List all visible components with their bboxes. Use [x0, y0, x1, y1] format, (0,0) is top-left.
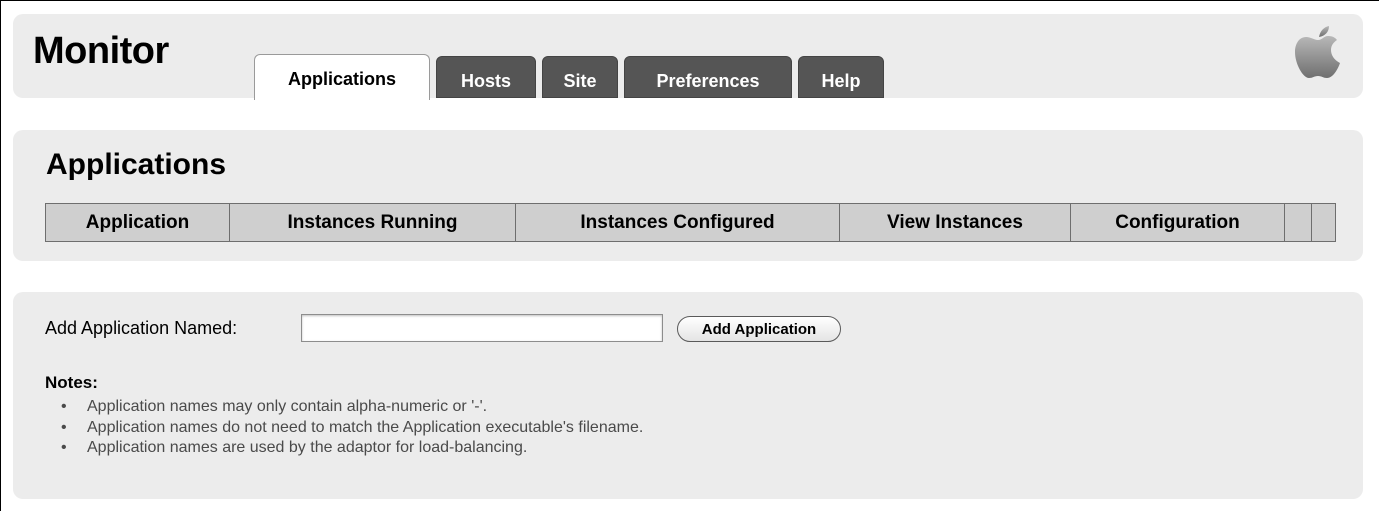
column-configuration[interactable]: Configuration [1070, 203, 1285, 242]
column-extra-1 [1284, 203, 1312, 242]
applications-heading: Applications [46, 148, 227, 181]
column-extra-2 [1311, 203, 1336, 242]
add-application-button[interactable]: Add Application [677, 316, 841, 342]
tab-hosts[interactable]: Hosts [436, 56, 536, 98]
note-item: Application names are used by the adapto… [61, 438, 643, 459]
notes-list: Application names may only contain alpha… [45, 397, 643, 459]
add-application-label: Add Application Named: [45, 318, 238, 338]
table-header-row: Application Instances Running Instances … [45, 203, 1336, 242]
note-item: Application names may only contain alpha… [61, 397, 643, 418]
apple-logo-icon [1295, 26, 1340, 78]
tab-help[interactable]: Help [798, 56, 884, 98]
applications-table: Application Instances Running Instances … [45, 203, 1336, 242]
column-instances-configured[interactable]: Instances Configured [515, 203, 840, 242]
tab-preferences[interactable]: Preferences [624, 56, 792, 98]
column-application[interactable]: Application [45, 203, 230, 242]
column-view-instances[interactable]: View Instances [839, 203, 1071, 242]
tab-site[interactable]: Site [542, 56, 618, 98]
column-instances-running[interactable]: Instances Running [229, 203, 516, 242]
tab-applications[interactable]: Applications [254, 54, 430, 100]
page-title: Monitor [33, 30, 169, 72]
note-item: Application names do not need to match t… [61, 418, 643, 439]
notes-heading: Notes: [45, 373, 98, 392]
application-name-input[interactable] [301, 314, 663, 342]
